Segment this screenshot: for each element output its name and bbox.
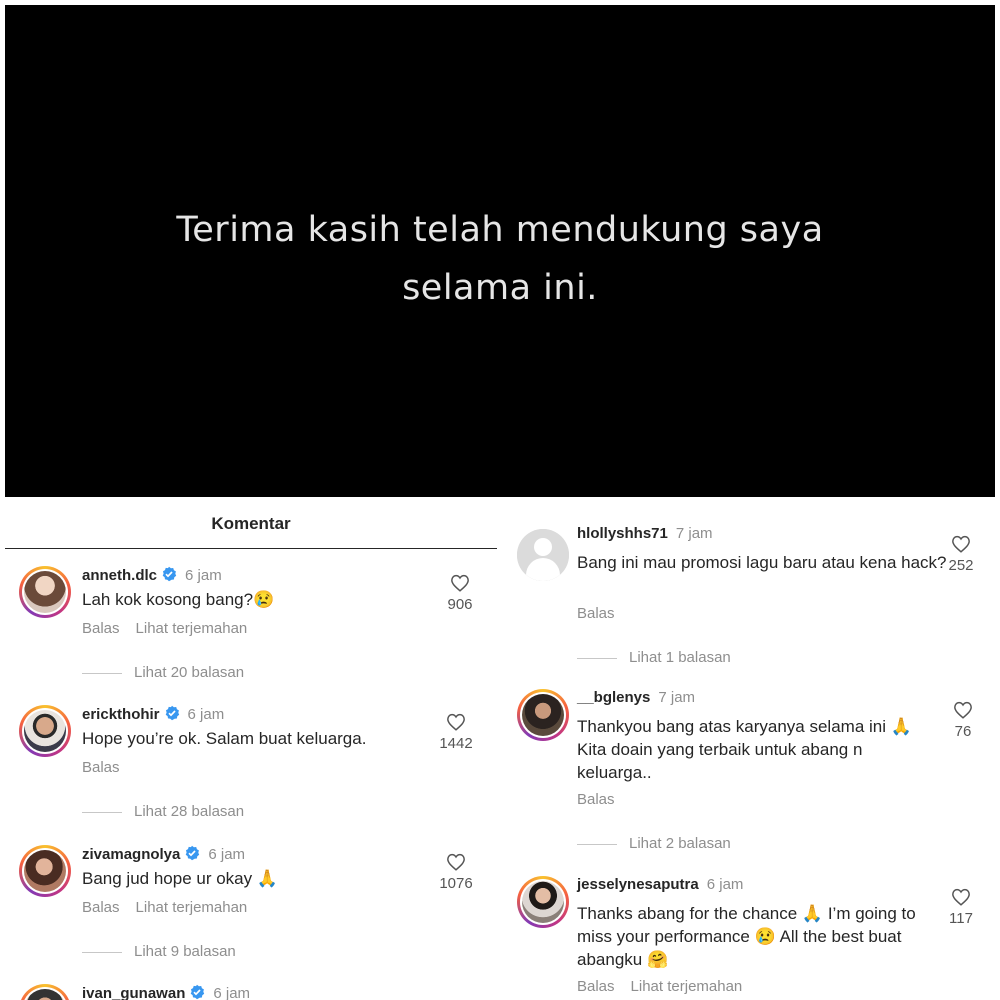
comment-time: 6 jam xyxy=(208,846,246,863)
reply-button[interactable]: Balas xyxy=(82,899,120,916)
reply-button[interactable]: Balas xyxy=(82,759,120,776)
view-replies-label: Lihat 28 balasan xyxy=(134,803,245,820)
translate-button[interactable]: Lihat terjemahan xyxy=(136,620,248,637)
verified-badge-icon xyxy=(162,566,177,582)
reply-button[interactable]: Balas xyxy=(577,605,615,622)
verified-badge-icon xyxy=(165,705,179,721)
comments-header: Komentar xyxy=(5,500,497,549)
video-caption-line-1: Terima kasih telah mendukung saya xyxy=(176,210,824,250)
reply-button[interactable]: Balas xyxy=(82,620,120,637)
avatar[interactable] xyxy=(19,705,71,757)
comment-header: zivamagnolya 6 jam xyxy=(82,845,245,863)
comment-time: 6 jam xyxy=(185,567,222,584)
comment-text: Bang jud hope ur okay 🙏 xyxy=(82,869,279,888)
username[interactable]: ivan_gunawan xyxy=(82,985,185,1000)
heart-outline-icon xyxy=(447,713,465,731)
like-count: 117 xyxy=(949,910,973,927)
comment-time: 7 jam xyxy=(658,689,696,706)
comment-header: ivan_gunawan 6 jam xyxy=(82,984,250,1000)
username[interactable]: hlollyshhs71 xyxy=(577,525,668,542)
view-replies[interactable]: Lihat 2 balasan xyxy=(577,835,731,852)
comment-time: 6 jam xyxy=(706,876,744,893)
avatar[interactable] xyxy=(517,876,569,928)
comment-text: Lah kok kosong bang?😢 xyxy=(82,590,275,609)
username[interactable]: __bglenys xyxy=(577,689,650,706)
view-replies[interactable]: Lihat 9 balasan xyxy=(82,943,236,960)
reply-button[interactable]: Balas xyxy=(577,791,615,808)
comments-title: Komentar xyxy=(211,514,291,533)
translate-button[interactable]: Lihat terjemahan xyxy=(136,899,248,916)
comment-actions: Balas xyxy=(577,605,615,622)
comment-header: jesselynesaputra 6 jam xyxy=(577,876,743,893)
comment-header: hlollyshhs71 7 jam xyxy=(577,525,713,542)
like-button[interactable]: 76 xyxy=(933,701,993,740)
default-avatar-icon xyxy=(517,529,569,581)
comment-actions: Balas Lihat terjemahan xyxy=(82,899,247,916)
heart-outline-icon xyxy=(451,574,469,592)
video-caption: Terima kasih telah mendukung saya selama… xyxy=(5,201,995,317)
comment-header: anneth.dlc 6 jam xyxy=(82,566,222,584)
comment-time: 6 jam xyxy=(213,985,251,1000)
like-count: 906 xyxy=(447,596,473,613)
view-replies-label: Lihat 1 balasan xyxy=(629,649,731,666)
comment-time: 6 jam xyxy=(187,706,225,723)
like-button[interactable]: 1442 xyxy=(426,713,486,752)
verified-badge-icon xyxy=(186,845,200,861)
username[interactable]: erickthohir xyxy=(82,706,160,723)
avatar[interactable] xyxy=(19,566,71,618)
heart-outline-icon xyxy=(952,888,970,906)
comments-panel-right: hlollyshhs71 7 jam Bang ini mau promosi l… xyxy=(503,500,995,1000)
verified-badge-icon xyxy=(191,984,205,1000)
comment-text: Hope you’re ok. Salam buat keluarga. xyxy=(82,729,367,748)
like-count: 1076 xyxy=(439,875,473,892)
view-replies[interactable]: Lihat 20 balasan xyxy=(82,664,244,681)
username[interactable]: jesselynesaputra xyxy=(577,876,699,893)
heart-outline-icon xyxy=(952,535,970,553)
comment-actions: Balas xyxy=(577,791,615,808)
comment-text: Thankyou bang atas karyanya selama ini 🙏… xyxy=(577,717,912,782)
avatar[interactable] xyxy=(19,984,71,1000)
username[interactable]: anneth.dlc xyxy=(82,567,157,584)
heart-outline-icon xyxy=(447,853,465,871)
like-button[interactable]: 1076 xyxy=(426,853,486,892)
like-button[interactable]: 906 xyxy=(430,574,490,613)
comment-time: 7 jam xyxy=(675,525,713,542)
view-replies[interactable]: Lihat 28 balasan xyxy=(82,803,244,820)
view-replies-label: Lihat 2 balasan xyxy=(629,835,731,852)
comments-panel-left: Komentar anneth.dlc 6 jam Lah kok kosong … xyxy=(5,500,497,1000)
video-caption-line-2: selama ini. xyxy=(402,268,598,308)
comment-text: Thanks abang for the chance 🙏 I’m going … xyxy=(577,904,916,969)
heart-outline-icon xyxy=(954,701,972,719)
translate-button[interactable]: Lihat terjemahan xyxy=(631,978,743,995)
comment-header: __bglenys 7 jam xyxy=(577,689,695,706)
comment-header: erickthohir 6 jam xyxy=(82,705,224,723)
view-replies-label: Lihat 9 balasan xyxy=(134,943,236,960)
like-button[interactable]: 252 xyxy=(931,535,991,574)
reply-button[interactable]: Balas xyxy=(577,978,615,995)
comment-actions: Balas Lihat terjemahan xyxy=(82,620,247,637)
like-count: 1442 xyxy=(439,735,473,752)
like-count: 252 xyxy=(948,557,974,574)
view-replies-label: Lihat 20 balasan xyxy=(134,664,245,681)
like-button[interactable]: 117 xyxy=(931,888,991,927)
avatar[interactable] xyxy=(517,529,569,581)
comment-actions: Balas xyxy=(82,759,120,776)
video-player[interactable]: Terima kasih telah mendukung saya selama… xyxy=(5,5,995,497)
comment-text: Bang ini mau promosi lagu baru atau kena… xyxy=(577,553,947,572)
like-count: 76 xyxy=(954,723,972,740)
username[interactable]: zivamagnolya xyxy=(82,846,180,863)
comment-actions: Balas Lihat terjemahan xyxy=(577,978,742,995)
avatar[interactable] xyxy=(517,689,569,741)
view-replies[interactable]: Lihat 1 balasan xyxy=(577,649,731,666)
avatar[interactable] xyxy=(19,845,71,897)
